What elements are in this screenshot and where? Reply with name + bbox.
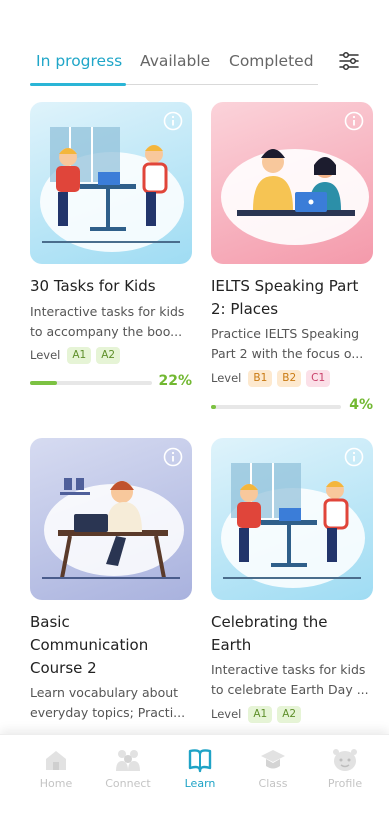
- people-icon: [116, 750, 140, 771]
- progress-fill: [30, 381, 57, 385]
- level-row: Level A1 A2: [30, 346, 121, 364]
- course-title-line: Communication: [30, 636, 149, 654]
- nav-home[interactable]: Home: [24, 747, 88, 790]
- nav-profile[interactable]: Profile: [313, 747, 377, 790]
- course-thumbnail[interactable]: [211, 438, 373, 600]
- course-description-line: Learn vocabulary about: [30, 685, 179, 700]
- nav-class[interactable]: Class: [241, 747, 305, 790]
- level-badge-a2: A2: [96, 346, 121, 364]
- nav-connect[interactable]: Connect: [96, 747, 160, 790]
- level-row: Level B1 B2 C1: [211, 369, 331, 387]
- level-label: Level: [30, 348, 61, 362]
- progress-track: [30, 381, 152, 385]
- info-icon[interactable]: [163, 447, 183, 467]
- book-icon: [188, 749, 212, 773]
- sliders-icon[interactable]: [338, 50, 360, 72]
- level-badge-a1: A1: [248, 705, 273, 723]
- progress-track: [211, 405, 341, 409]
- course-description-line: Part 2 with the focus o...: [211, 346, 364, 361]
- course-description: Interactive tasks for kids to accompany …: [30, 302, 198, 342]
- tab-divider: [126, 84, 318, 85]
- progress-percentage: 4%: [349, 397, 373, 413]
- course-description: Learn vocabulary about everyday topics; …: [30, 683, 198, 723]
- progress-percentage: 22%: [158, 373, 192, 389]
- level-label: Level: [211, 371, 242, 385]
- course-description-line: to accompany the boo...: [30, 324, 183, 339]
- nav-label: Connect: [105, 777, 151, 790]
- tab-completed[interactable]: Completed: [229, 52, 314, 70]
- info-icon[interactable]: [163, 111, 183, 131]
- nav-label: Home: [39, 777, 73, 790]
- course-title[interactable]: Celebrating the Earth: [211, 611, 381, 657]
- course-thumbnail[interactable]: [30, 438, 192, 600]
- nav-learn[interactable]: Learn: [168, 747, 232, 790]
- course-description-line: Practice IELTS Speaking: [211, 326, 360, 341]
- level-badge-a2: A2: [277, 705, 302, 723]
- tab-bar: In progress Available Completed: [30, 50, 360, 88]
- level-badge-c1: C1: [306, 369, 331, 387]
- course-title[interactable]: 30 Tasks for Kids: [30, 275, 200, 298]
- nav-label: Learn: [184, 777, 216, 790]
- level-badge-a1: A1: [67, 346, 92, 364]
- course-progress: 22%: [30, 373, 192, 394]
- course-title-line: Basic: [30, 613, 70, 631]
- course-description-line: to celebrate Earth Day ...: [211, 682, 369, 697]
- level-badge-b2: B2: [277, 369, 302, 387]
- course-title-line: IELTS Speaking Part: [211, 277, 359, 295]
- course-description-line: Interactive tasks for kids: [30, 304, 185, 319]
- course-title-line: 2: Places: [211, 300, 279, 318]
- course-title[interactable]: Basic Communication Course 2: [30, 611, 200, 680]
- home-icon: [46, 751, 66, 770]
- course-title-line: Earth: [211, 636, 252, 654]
- course-title-line: 30 Tasks for Kids: [30, 277, 156, 295]
- course-title-line: Course 2: [30, 659, 97, 677]
- course-thumbnail[interactable]: [30, 102, 192, 264]
- tab-in-progress[interactable]: In progress: [36, 52, 122, 70]
- course-description: Interactive tasks for kids to celebrate …: [211, 660, 379, 700]
- graduation-cap-icon: [261, 750, 285, 769]
- level-row: Level A1 A2: [211, 705, 302, 723]
- level-badge-b1: B1: [248, 369, 273, 387]
- course-description-line: Interactive tasks for kids: [211, 662, 366, 677]
- course-title-line: Celebrating the: [211, 613, 328, 631]
- course-description-line: everyday topics; Practi...: [30, 705, 186, 720]
- info-icon[interactable]: [344, 447, 364, 467]
- level-label: Level: [211, 707, 242, 721]
- progress-fill: [211, 405, 217, 409]
- bottom-navigation: Home Connect Learn Class Profile: [0, 734, 389, 819]
- tab-available[interactable]: Available: [140, 52, 210, 70]
- course-thumbnail[interactable]: [211, 102, 373, 264]
- course-description: Practice IELTS Speaking Part 2 with the …: [211, 324, 379, 364]
- face-icon: [333, 749, 357, 771]
- course-progress: 4%: [211, 397, 373, 418]
- active-tab-indicator: [30, 83, 126, 86]
- nav-label: Class: [258, 777, 288, 790]
- course-title[interactable]: IELTS Speaking Part 2: Places: [211, 275, 381, 321]
- nav-label: Profile: [327, 777, 363, 790]
- info-icon[interactable]: [344, 111, 364, 131]
